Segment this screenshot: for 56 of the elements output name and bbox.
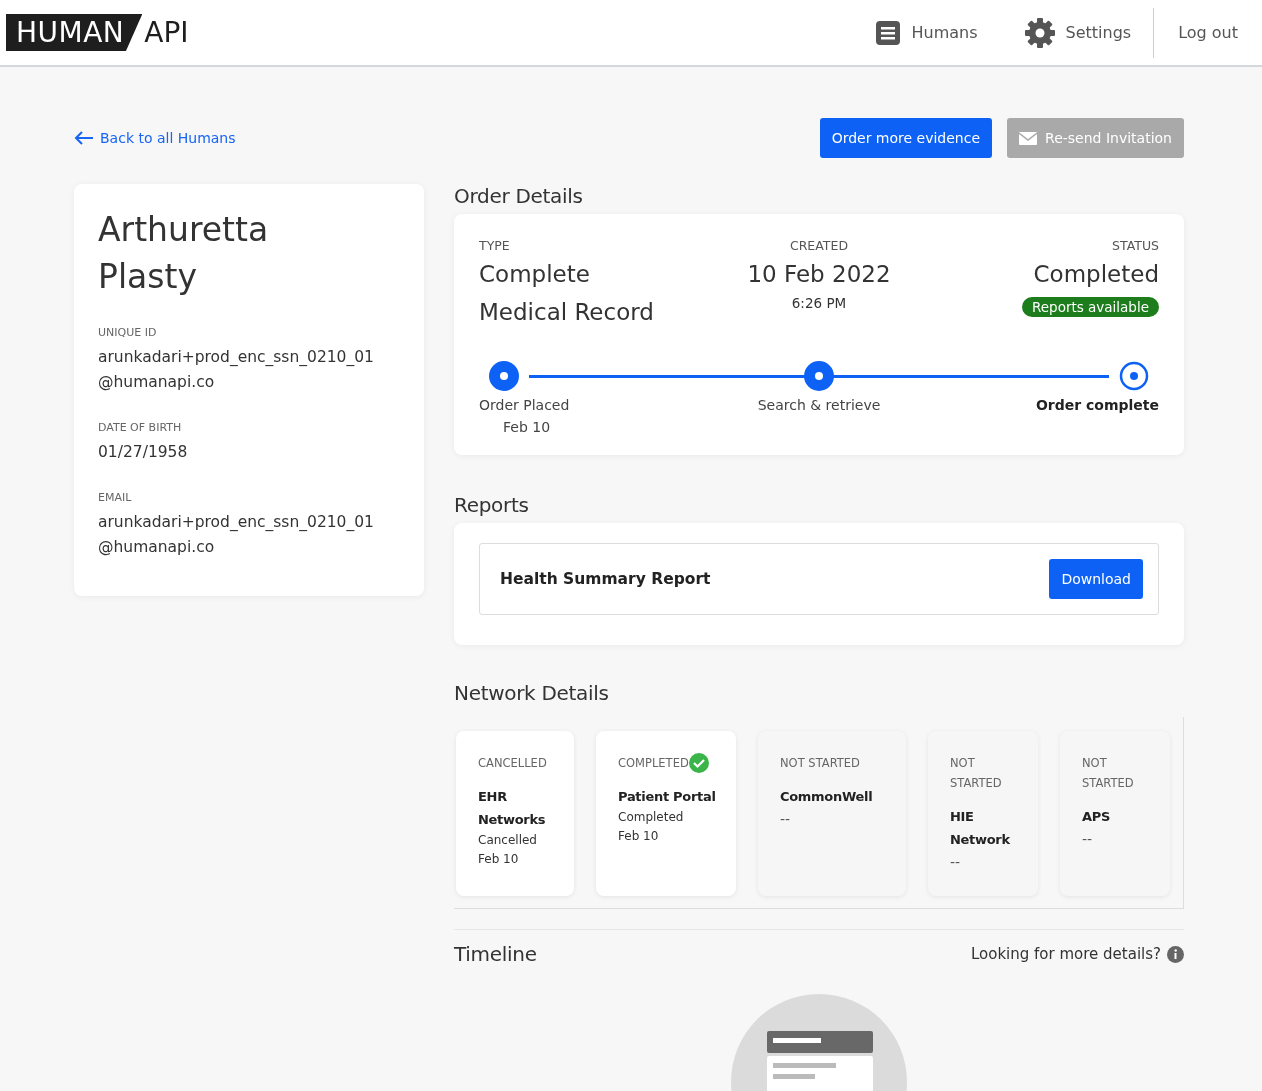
logo-mark: HUMAN: [6, 14, 143, 51]
order-button[interactable]: Order more evidence: [819, 118, 993, 158]
info-icon[interactable]: [1167, 945, 1184, 963]
field-label: STATUS: [1112, 238, 1159, 253]
network-detail: --: [950, 853, 962, 872]
nav-link[interactable]: Log out: [1178, 23, 1238, 42]
field-value: 01/27/1958: [98, 442, 189, 463]
order-type: Complete Medical Record: [479, 260, 655, 327]
step-label: Order complete: [1035, 397, 1159, 413]
nav-link[interactable]: Settings: [1023, 16, 1132, 49]
network-date: Feb 10: [478, 851, 520, 868]
field-label: CREATED: [788, 238, 849, 253]
download-button[interactable]: Download: [1049, 559, 1143, 599]
section-title: Network Details: [454, 681, 610, 705]
network-name: APS: [1082, 808, 1112, 826]
check-icon: [688, 753, 709, 773]
network-detail: --: [780, 810, 792, 829]
network-name: EHR Networks: [478, 788, 547, 829]
field-value: arunkadari+prod_enc_ssn_0210_01 @humanapi.co: [98, 512, 375, 558]
network-status: NOT STARTED: [950, 755, 1003, 792]
network-status: CANCELLED: [478, 755, 547, 772]
network-detail: Cancelled: [478, 832, 538, 849]
field-label: DATE OF BIRTH: [98, 421, 183, 434]
network-name: Patient Portal: [618, 788, 717, 806]
section-title: Reports: [454, 493, 530, 517]
report-name: Health Summary Report: [500, 570, 711, 588]
network-detail: Completed: [618, 809, 685, 826]
gear-icon: [1023, 16, 1056, 49]
order-status: Completed: [1033, 260, 1159, 289]
field-value: arunkadari+prod_enc_ssn_0210_01 @humanapi.co: [98, 347, 375, 393]
created-time: 6:26 PM: [790, 295, 848, 311]
network-status: COMPLETED: [618, 755, 689, 772]
network-date: Feb 10: [618, 828, 660, 845]
nav-link[interactable]: Humans: [875, 20, 978, 45]
step-date: Feb 10: [502, 419, 551, 435]
section-title: Order Details: [454, 184, 584, 208]
network-status: NOT STARTED: [780, 755, 860, 772]
step-label: Order Placed: [479, 397, 570, 413]
created-date: 10 Feb 2022: [746, 260, 892, 289]
help-text: Looking for more details?: [970, 945, 1161, 963]
list-icon: [875, 20, 902, 45]
section-title: Timeline: [454, 942, 537, 966]
human-name: Arthuretta Plasty: [98, 209, 270, 298]
field-label: EMAIL: [98, 491, 133, 504]
logo-text: API: [144, 16, 189, 49]
envelope-icon: [1019, 131, 1038, 145]
back-link[interactable]: Back to all Humans: [74, 130, 236, 146]
field-label: TYPE: [479, 238, 511, 253]
status-badge: Reports available: [1022, 297, 1159, 317]
arrow-left-icon: [74, 131, 94, 145]
step-label: Search & retrieve: [757, 397, 881, 413]
network-name: CommonWell: [780, 788, 874, 806]
field-label: UNIQUE ID: [98, 326, 158, 339]
network-detail: --: [1082, 830, 1094, 849]
network-name: HIE Network: [950, 808, 1011, 849]
network-status: NOT STARTED: [1082, 755, 1135, 792]
